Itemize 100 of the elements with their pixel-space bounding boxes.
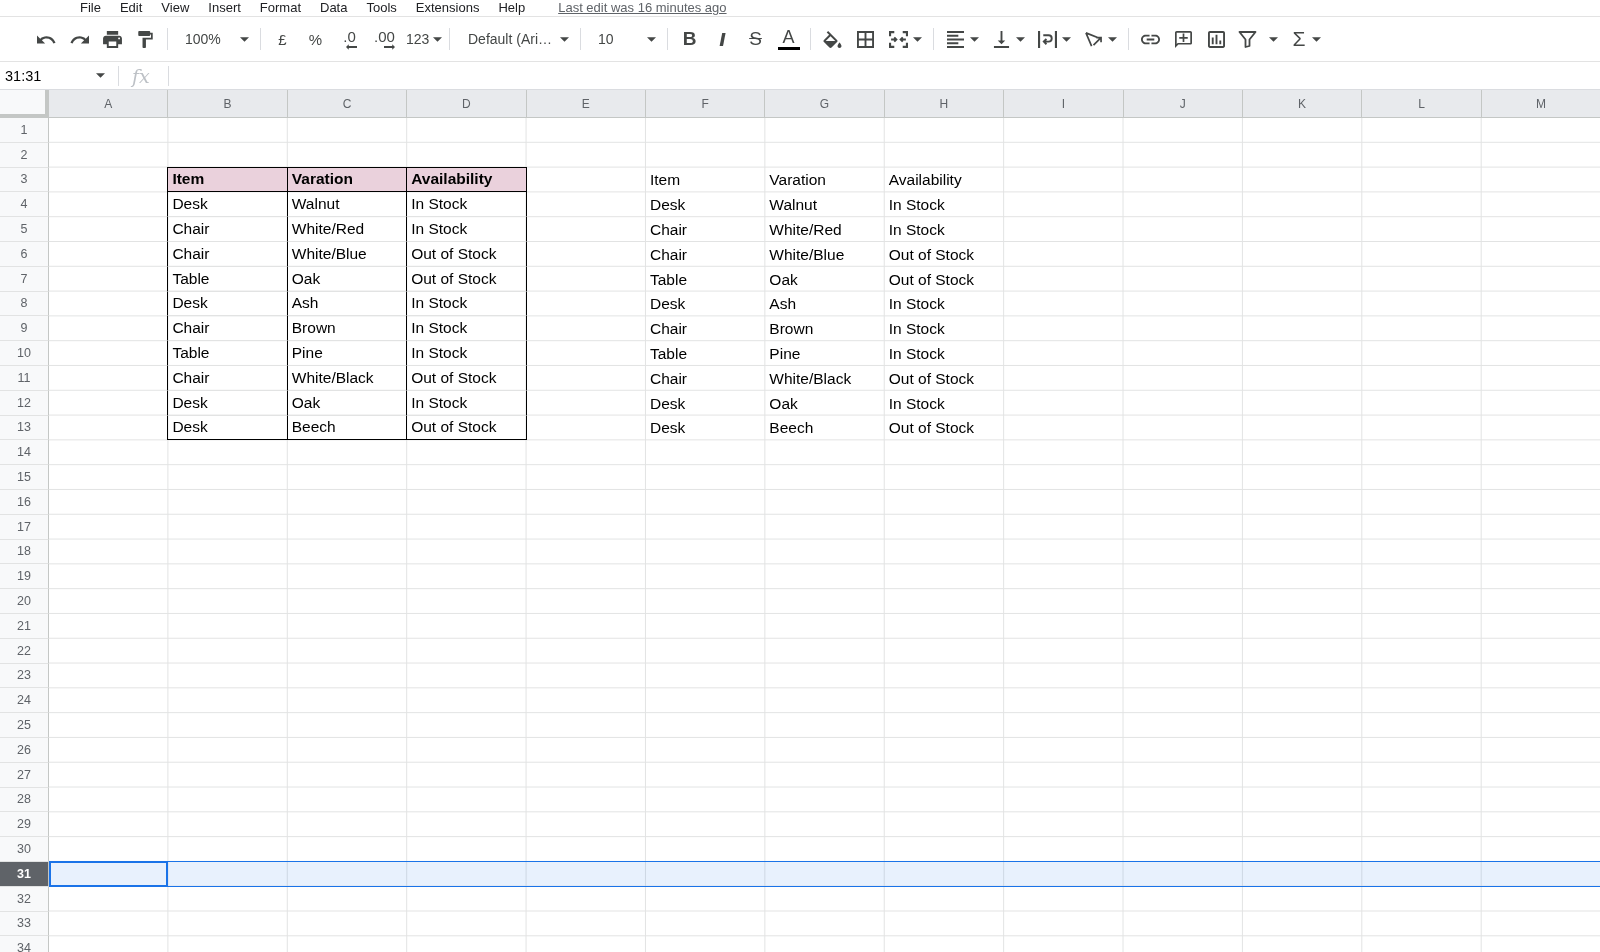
column-header[interactable]: C (287, 90, 408, 118)
row-header[interactable]: 21 (0, 613, 49, 639)
row-header[interactable]: 22 (0, 638, 49, 664)
row-header[interactable]: 32 (0, 886, 49, 912)
row-header[interactable]: 2 (0, 142, 49, 168)
row-header[interactable]: 7 (0, 266, 49, 292)
align-bottom-icon (991, 30, 1011, 48)
menu-item[interactable]: Edit (119, 0, 143, 15)
table-cell: Desk (167, 291, 288, 317)
menu-item[interactable]: Insert (208, 0, 241, 15)
row-header[interactable]: 11 (0, 365, 49, 391)
row-header[interactable]: 19 (0, 564, 49, 590)
table-cell: Chair (167, 217, 288, 242)
table-cell-text: Table (648, 269, 688, 290)
caret-icon (969, 36, 979, 42)
row-header[interactable]: 8 (0, 291, 49, 317)
row-header[interactable]: 1 (0, 118, 49, 143)
menu-item[interactable]: Help (498, 0, 526, 15)
bar-chart-icon (1207, 30, 1226, 48)
row-header[interactable]: 15 (0, 465, 49, 490)
column-header[interactable]: L (1362, 90, 1482, 118)
active-cell[interactable] (49, 860, 169, 887)
column-header[interactable]: E (526, 90, 646, 118)
name-box[interactable]: 31:31 (0, 63, 112, 88)
bold-button[interactable]: B (673, 24, 706, 54)
column-header[interactable]: I (1004, 90, 1124, 118)
row-header[interactable]: 24 (0, 688, 49, 714)
row-header[interactable]: 12 (0, 390, 49, 416)
table-cell: White/Black (287, 365, 408, 391)
caret-icon (647, 36, 656, 42)
table-cell-text: Oak (768, 269, 799, 290)
column-header[interactable]: D (407, 90, 527, 118)
table-cell: Desk (167, 390, 288, 416)
currency-button[interactable]: £ (266, 24, 299, 54)
column-header[interactable]: M (1481, 90, 1600, 118)
row-header[interactable]: 20 (0, 589, 49, 614)
row-header[interactable]: 25 (0, 713, 49, 738)
table-cell-text: Beech (768, 418, 815, 439)
table-cell: Brown (287, 316, 408, 342)
font-dropdown[interactable]: Default (Ari… (455, 24, 575, 54)
row-header[interactable]: 9 (0, 316, 49, 342)
menu-item[interactable]: Tools (366, 0, 397, 15)
table-cell-text: Desk (648, 195, 687, 216)
caret-icon (1107, 36, 1117, 42)
table-cell-text: Chair (648, 368, 688, 389)
caret-icon (240, 36, 249, 42)
functions-button[interactable]: Σ (1283, 24, 1331, 54)
row-header[interactable]: 6 (0, 242, 49, 267)
text-color-button[interactable]: A (772, 24, 805, 54)
percent-button[interactable]: % (299, 24, 332, 54)
italic-button[interactable]: I (706, 24, 739, 54)
row-header[interactable]: 14 (0, 440, 49, 466)
menu-item[interactable]: Data (320, 0, 348, 15)
number-format-dropdown[interactable]: 123 (404, 24, 444, 54)
column-header[interactable]: A (49, 90, 169, 118)
font-size-dropdown[interactable]: 10 (586, 24, 662, 54)
decrease-decimal-button[interactable]: .0 (332, 24, 367, 54)
column-header[interactable]: F (645, 90, 766, 118)
zoom-dropdown[interactable]: 100% (173, 24, 255, 54)
row-header[interactable]: 33 (0, 911, 49, 937)
column-header[interactable]: B (168, 90, 288, 118)
row-header[interactable]: 29 (0, 812, 49, 838)
row-header[interactable]: 26 (0, 737, 49, 763)
row-header[interactable]: 30 (0, 837, 49, 862)
menu-item[interactable]: Extensions (415, 0, 480, 15)
row-header[interactable]: 3 (0, 167, 49, 193)
column-header[interactable]: G (765, 90, 885, 118)
paint-roller-icon (136, 30, 155, 48)
increase-decimal-button[interactable]: .00 (367, 24, 402, 54)
table-cell: Oak (287, 266, 408, 292)
row-header[interactable]: 34 (0, 936, 49, 952)
row-header[interactable]: 27 (0, 762, 49, 788)
column-header[interactable]: J (1123, 90, 1243, 118)
row-header[interactable]: 28 (0, 787, 49, 813)
row-header[interactable]: 4 (0, 192, 49, 218)
row-header[interactable]: 31 (0, 861, 49, 887)
table-cell-text: Chair (648, 244, 688, 265)
table-cell: Oak (287, 390, 408, 416)
table-cell: In Stock (407, 291, 527, 317)
table-cell-text: Chair (648, 319, 688, 340)
row-header[interactable]: 23 (0, 663, 49, 689)
table-cell-text: White/Blue (768, 244, 846, 265)
row-header[interactable]: 10 (0, 341, 49, 366)
table-cell-text: In Stock (887, 319, 946, 340)
menu-item[interactable]: View (161, 0, 190, 15)
last-edit-link[interactable]: Last edit was 16 minutes ago (558, 0, 727, 15)
row-header[interactable]: 17 (0, 514, 49, 540)
row-header[interactable]: 18 (0, 539, 49, 565)
strikethrough-button[interactable]: S (739, 24, 772, 54)
row-header[interactable]: 13 (0, 415, 49, 441)
left-arrow-icon (346, 43, 357, 50)
column-header[interactable]: H (884, 90, 1005, 118)
table-cell: Walnut (287, 192, 408, 218)
table-cell-text: Walnut (768, 195, 818, 216)
row-header[interactable]: 5 (0, 217, 49, 242)
menu-item[interactable]: Format (259, 0, 301, 15)
column-header[interactable]: K (1242, 90, 1363, 118)
table-cell: White/Blue (287, 242, 408, 267)
row-header[interactable]: 16 (0, 489, 49, 515)
menu-item[interactable]: File (80, 0, 101, 15)
